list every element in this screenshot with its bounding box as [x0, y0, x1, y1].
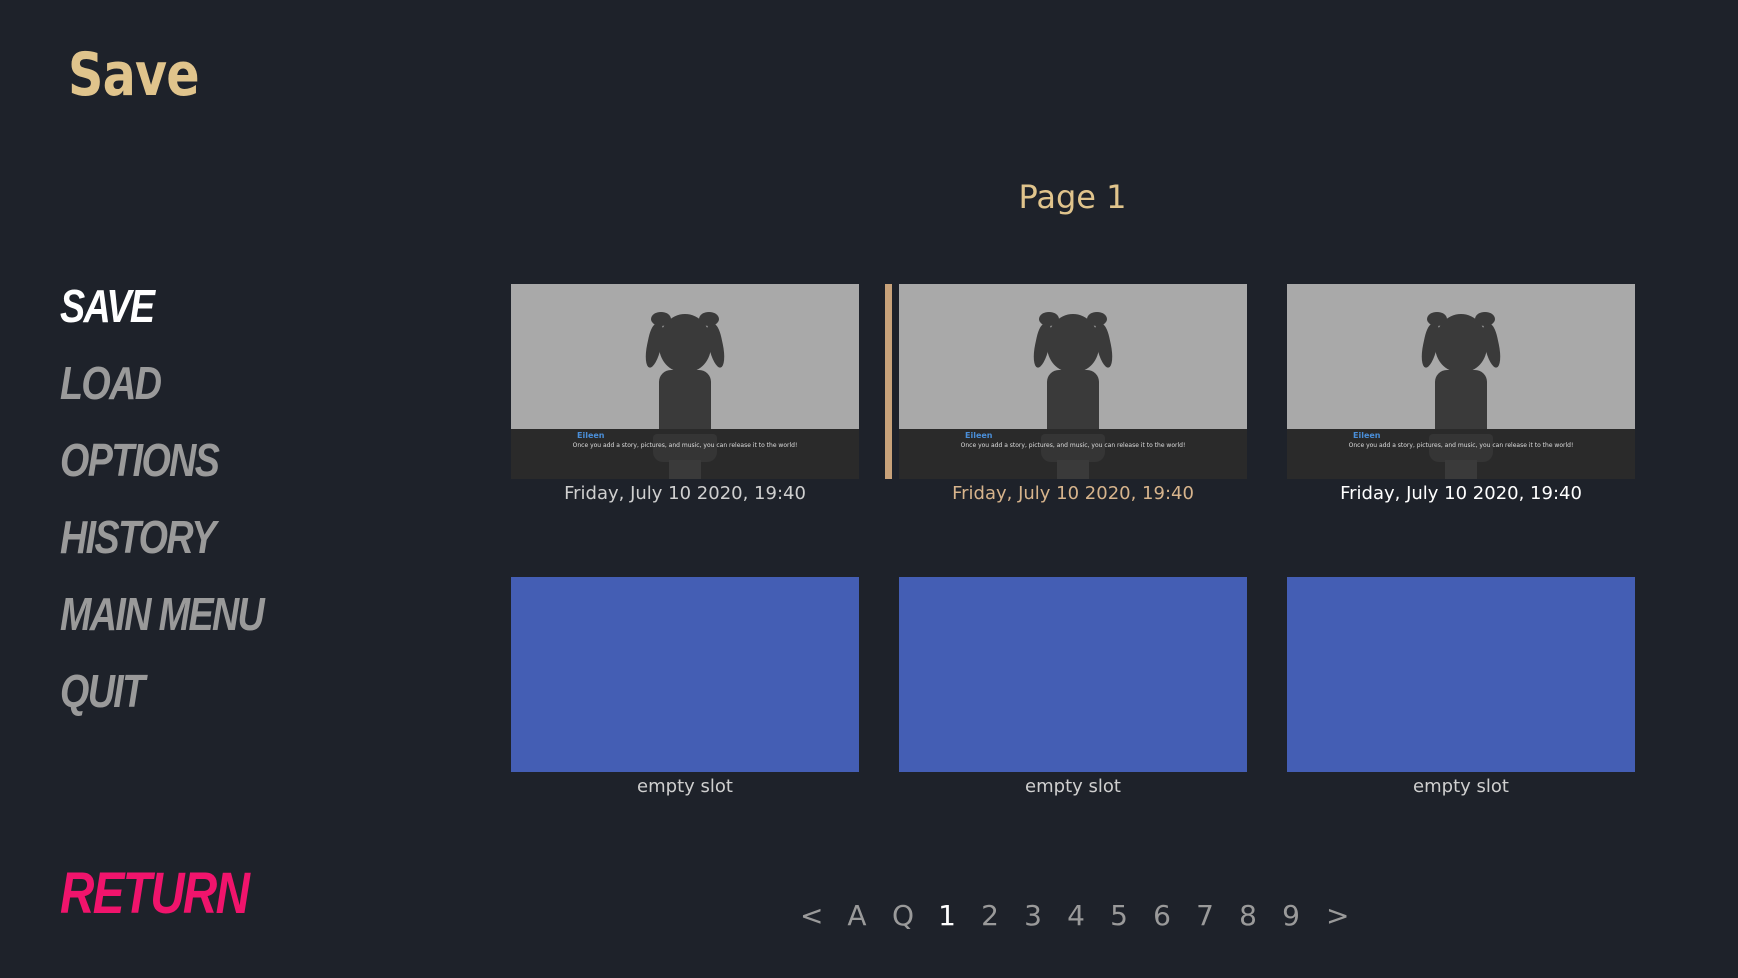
screen-title: Save — [68, 40, 200, 110]
page-7-button[interactable]: 7 — [1194, 899, 1216, 932]
page-8-button[interactable]: 8 — [1237, 899, 1259, 932]
save-slot-4[interactable]: empty slot — [511, 577, 859, 800]
save-screen: Save Save Load Options History Main Menu… — [0, 0, 1738, 978]
page-5-button[interactable]: 5 — [1108, 899, 1130, 932]
page-title: Page 1 — [1018, 178, 1127, 216]
nav-options[interactable]: Options — [60, 422, 263, 499]
slot-empty-label: empty slot — [1413, 776, 1509, 797]
slot-thumbnail: Eileen Once you add a story, pictures, a… — [1287, 284, 1635, 479]
page-navigation: < A Q 1 2 3 4 5 6 7 8 9 > — [800, 895, 1349, 935]
dialog-text: Once you add a story, pictures, and musi… — [960, 442, 1186, 449]
prev-page-button[interactable]: < — [800, 899, 823, 932]
character-silhouette — [1057, 460, 1089, 479]
slot-empty-label: empty slot — [1025, 776, 1121, 797]
dialog-text: Once you add a story, pictures, and musi… — [1348, 442, 1574, 449]
return-button[interactable]: Return — [60, 860, 250, 927]
slot-timestamp: Friday, July 10 2020, 19:40 — [564, 483, 806, 504]
nav-save[interactable]: Save — [60, 268, 263, 345]
character-silhouette — [1047, 314, 1099, 372]
speaker-name: Eileen — [965, 431, 993, 440]
page-9-button[interactable]: 9 — [1280, 899, 1302, 932]
nav-main-menu[interactable]: Main Menu — [60, 576, 265, 653]
save-slot-5[interactable]: empty slot — [899, 577, 1247, 800]
slot-thumbnail: Eileen Once you add a story, pictures, a… — [899, 284, 1247, 479]
quick-saves-page[interactable]: Q — [890, 899, 916, 932]
page-6-button[interactable]: 6 — [1151, 899, 1173, 932]
save-slot-3[interactable]: Eileen Once you add a story, pictures, a… — [1287, 284, 1635, 507]
slot-empty-label: empty slot — [637, 776, 733, 797]
dialog-text: Once you add a story, pictures, and musi… — [572, 442, 798, 449]
nav-history[interactable]: History — [60, 499, 263, 576]
slot-thumbnail-empty — [1287, 577, 1635, 772]
slot-timestamp: Friday, July 10 2020, 19:40 — [1340, 483, 1582, 504]
slot-thumbnail-empty — [511, 577, 859, 772]
speaker-name: Eileen — [577, 431, 605, 440]
save-slot-6[interactable]: empty slot — [1287, 577, 1635, 800]
nav-quit[interactable]: Quit — [60, 653, 263, 730]
nav-load[interactable]: Load — [60, 345, 263, 422]
game-menu-nav: Save Load Options History Main Menu Quit — [60, 268, 308, 730]
page-2-button[interactable]: 2 — [979, 899, 1001, 932]
save-slot-1[interactable]: Eileen Once you add a story, pictures, a… — [511, 284, 859, 507]
auto-saves-page[interactable]: A — [844, 899, 870, 932]
character-silhouette — [659, 314, 711, 372]
character-silhouette — [1445, 460, 1477, 479]
save-slot-2[interactable]: Eileen Once you add a story, pictures, a… — [885, 284, 1247, 507]
selection-indicator — [885, 284, 892, 479]
speaker-name: Eileen — [1353, 431, 1381, 440]
page-1-button[interactable]: 1 — [936, 899, 958, 932]
slot-timestamp: Friday, July 10 2020, 19:40 — [952, 483, 1194, 504]
page-3-button[interactable]: 3 — [1022, 899, 1044, 932]
slot-thumbnail: Eileen Once you add a story, pictures, a… — [511, 284, 859, 479]
slot-thumbnail-empty — [899, 577, 1247, 772]
next-page-button[interactable]: > — [1326, 899, 1349, 932]
page-4-button[interactable]: 4 — [1065, 899, 1087, 932]
character-silhouette — [669, 460, 701, 479]
character-silhouette — [1435, 314, 1487, 372]
